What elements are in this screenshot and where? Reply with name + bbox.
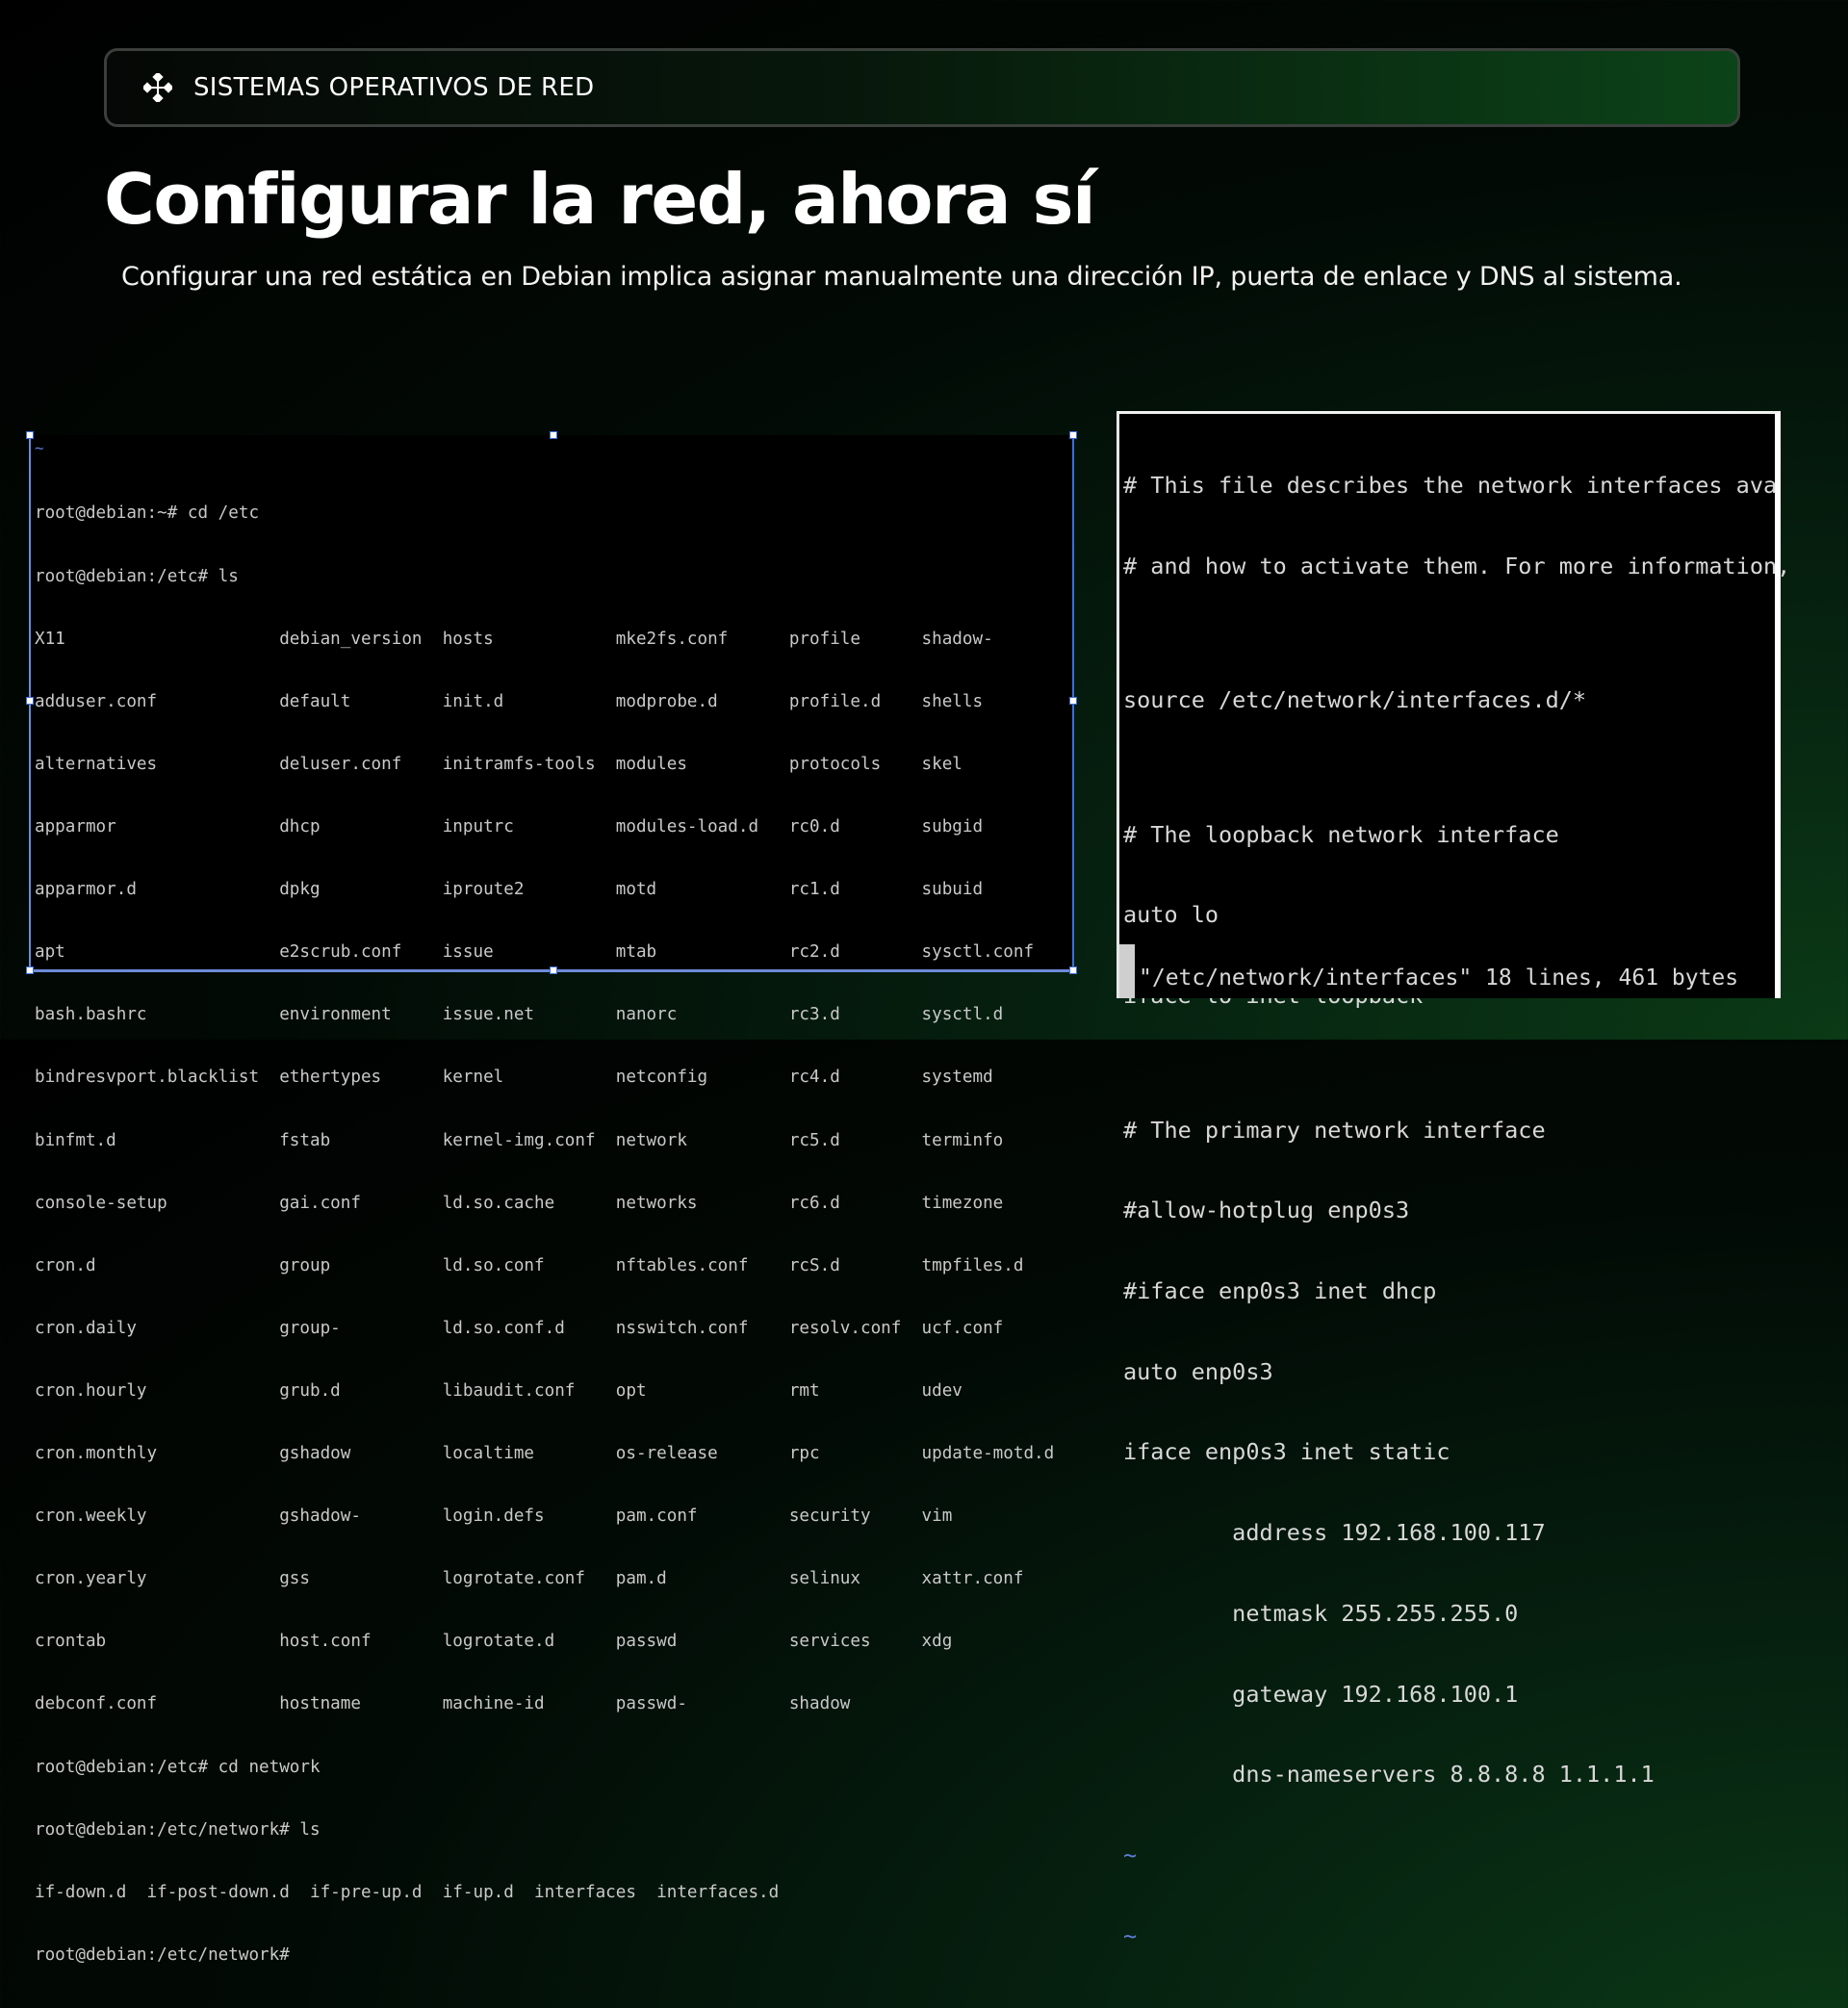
vim-status-message: "/etc/network/interfaces" 18 lines, 461 …: [1139, 965, 1739, 991]
file-line: gateway 192.168.100.1: [1123, 1680, 1519, 1708]
terminal-line: alternatives deluser.conf initramfs-tool…: [35, 754, 962, 774]
terminal-line: crontab host.conf logrotate.d passwd ser…: [35, 1632, 953, 1652]
interfaces-file-content: # This file describes the network interf…: [1123, 419, 1790, 2003]
terminal-line: root@debian:~# cd /etc: [35, 503, 260, 524]
file-line: address 192.168.100.117: [1123, 1519, 1546, 1547]
file-line: source /etc/network/interfaces.d/*: [1123, 686, 1587, 714]
file-line: # The primary network interface: [1123, 1116, 1546, 1144]
file-line: auto lo: [1123, 901, 1219, 929]
header-label: SISTEMAS OPERATIVOS DE RED: [193, 73, 595, 102]
file-line: auto enp0s3: [1123, 1357, 1273, 1385]
resize-handle-bottom-right[interactable]: [1069, 966, 1077, 974]
resize-handle-bottom-left[interactable]: [26, 966, 34, 974]
terminal-line: debconf.conf hostname machine-id passwd-…: [35, 1694, 851, 1714]
file-line: iface enp0s3 inet static: [1123, 1438, 1450, 1466]
terminal-line: apparmor dhcp inputrc modules-load.d rc0…: [35, 816, 984, 837]
network-nodes-icon: [143, 73, 172, 102]
terminal-line: apt e2scrub.conf issue mtab rc2.d sysctl…: [35, 942, 1035, 963]
terminal-line: adduser.conf default init.d modprobe.d p…: [35, 691, 984, 711]
terminal-line: root@debian:/etc/network# ls: [35, 1819, 321, 1840]
terminal-output: root@debian:~# cd /etc root@debian:/etc#…: [35, 462, 1054, 2008]
file-line: netmask 255.255.255.0: [1123, 1599, 1519, 1627]
file-line: dns-nameservers 8.8.8.8 1.1.1.1: [1123, 1761, 1655, 1789]
terminal-line: binfmt.d fstab kernel-img.conf network r…: [35, 1130, 1004, 1150]
terminal-line: X11 debian_version hosts mke2fs.conf pro…: [35, 629, 993, 649]
terminal-line: if-down.d if-post-down.d if-pre-up.d if-…: [35, 1882, 780, 1902]
terminal-line: apparmor.d dpkg iproute2 motd rc1.d subu…: [35, 880, 984, 900]
file-line: # This file describes the network interf…: [1123, 471, 1778, 499]
terminal-line: bash.bashrc environment issue.net nanorc…: [35, 1005, 1004, 1025]
header-bar: SISTEMAS OPERATIVOS DE RED: [104, 48, 1740, 127]
resize-handle-middle-left[interactable]: [26, 697, 34, 705]
vim-tilde-marker: ~: [1123, 1921, 1138, 1949]
vim-tilde-marker: ~: [1123, 1841, 1138, 1869]
page-title: Configurar la red, ahora sí: [104, 159, 1096, 240]
terminal-line: bindresvport.blacklist ethertypes kernel…: [35, 1068, 993, 1088]
terminal-line: cron.hourly grub.d libaudit.conf opt rmt…: [35, 1380, 962, 1401]
terminal-line: cron.daily group- ld.so.conf.d nsswitch.…: [35, 1318, 1004, 1338]
terminal-line: console-setup gai.conf ld.so.cache netwo…: [35, 1193, 1004, 1213]
vim-status-bar: "/etc/network/interfaces" 18 lines, 461 …: [1119, 937, 1775, 998]
terminal-line: root@debian:/etc/network#: [35, 1944, 290, 1965]
vim-tilde-marker: ~: [35, 439, 44, 457]
resize-handle-top-center[interactable]: [550, 431, 557, 439]
page-subtitle: Configurar una red estática en Debian im…: [121, 262, 1682, 292]
terminal-line: root@debian:/etc# ls: [35, 566, 239, 586]
resize-handle-top-right[interactable]: [1069, 431, 1077, 439]
terminal-screenshot-etc-listing: ~ root@debian:~# cd /etc root@debian:/et…: [26, 431, 1077, 1965]
resize-handle-middle-right[interactable]: [1069, 697, 1077, 705]
resize-handle-top-left[interactable]: [26, 431, 34, 439]
terminal-line: root@debian:/etc# cd network: [35, 1757, 321, 1777]
terminal-line: cron.yearly gss logrotate.conf pam.d sel…: [35, 1569, 1024, 1589]
file-line: #iface enp0s3 inet dhcp: [1123, 1277, 1437, 1304]
file-line: # The loopback network interface: [1123, 820, 1559, 848]
terminal-line: cron.weekly gshadow- login.defs pam.conf…: [35, 1506, 953, 1527]
terminal-screenshot-interfaces-file: # This file describes the network interf…: [1116, 411, 1790, 1949]
scrollbar[interactable]: [1119, 944, 1135, 998]
file-line: # and how to activate them. For more inf…: [1123, 552, 1791, 579]
terminal-line: cron.monthly gshadow localtime os-releas…: [35, 1444, 1055, 1464]
terminal-line: cron.d group ld.so.conf nftables.conf rc…: [35, 1255, 1024, 1275]
file-line: #allow-hotplug enp0s3: [1123, 1197, 1410, 1224]
